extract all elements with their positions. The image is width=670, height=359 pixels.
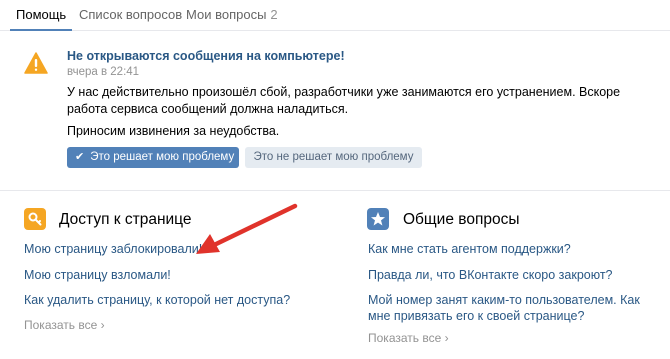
tab-question-list[interactable]: Список вопросов — [79, 0, 182, 31]
solves-problem-label: Это решает мою проблему — [90, 151, 235, 163]
alert-message: У нас действительно произошёл сбой, разр… — [67, 85, 621, 116]
general-section-title: Общие вопросы — [403, 211, 520, 228]
check-icon: ✔ — [75, 151, 85, 163]
chevron-right-icon: › — [444, 331, 449, 345]
link-phone-taken[interactable]: Мой номер занят каким-то пользователем. … — [368, 292, 658, 324]
tab-my-questions-count: 2 — [270, 7, 278, 22]
solves-problem-button[interactable]: ✔ Это решает мою проблему — [67, 147, 239, 168]
link-become-agent[interactable]: Как мне стать агентом поддержки? — [368, 242, 571, 256]
tab-my-questions-label: Мои вопросы — [186, 7, 267, 22]
star-icon — [367, 208, 389, 230]
not-solves-problem-button[interactable]: Это не решает мою проблему — [245, 147, 422, 168]
tab-question-list-label: Список вопросов — [79, 7, 183, 22]
link-page-hacked[interactable]: Мою страницу взломали! — [24, 268, 171, 282]
general-show-all-label: Показать все — [368, 331, 442, 345]
annotation-arrow — [196, 203, 298, 254]
tab-bar: Помощь Список вопросов Мои вопросы 2 — [0, 0, 670, 31]
alert-timestamp: вчера в 22:41 — [67, 66, 140, 78]
key-icon — [24, 208, 46, 230]
not-solves-problem-label: Это не решает мою проблему — [253, 151, 414, 163]
general-show-all-link[interactable]: Показать все › — [368, 331, 449, 345]
link-delete-page[interactable]: Как удалить страницу, к которой нет дост… — [24, 293, 290, 307]
access-show-all-link[interactable]: Показать все › — [24, 318, 105, 332]
tab-help[interactable]: Помощь — [10, 0, 73, 31]
access-show-all-label: Показать все — [24, 318, 98, 332]
link-vk-closing[interactable]: Правда ли, что ВКонтакте скоро закроют? — [368, 268, 613, 282]
warning-icon — [24, 52, 48, 74]
alert-title: Не открываются сообщения на компьютере! — [67, 49, 345, 63]
link-page-blocked[interactable]: Мою страницу заблокировали! — [24, 242, 202, 256]
access-section-title: Доступ к странице — [59, 211, 192, 228]
chevron-right-icon: › — [100, 318, 105, 332]
alert-apology: Приносим извинения за неудобства. — [67, 124, 280, 138]
tab-my-questions[interactable]: Мои вопросы 2 — [186, 0, 278, 31]
tab-help-label: Помощь — [16, 7, 67, 22]
